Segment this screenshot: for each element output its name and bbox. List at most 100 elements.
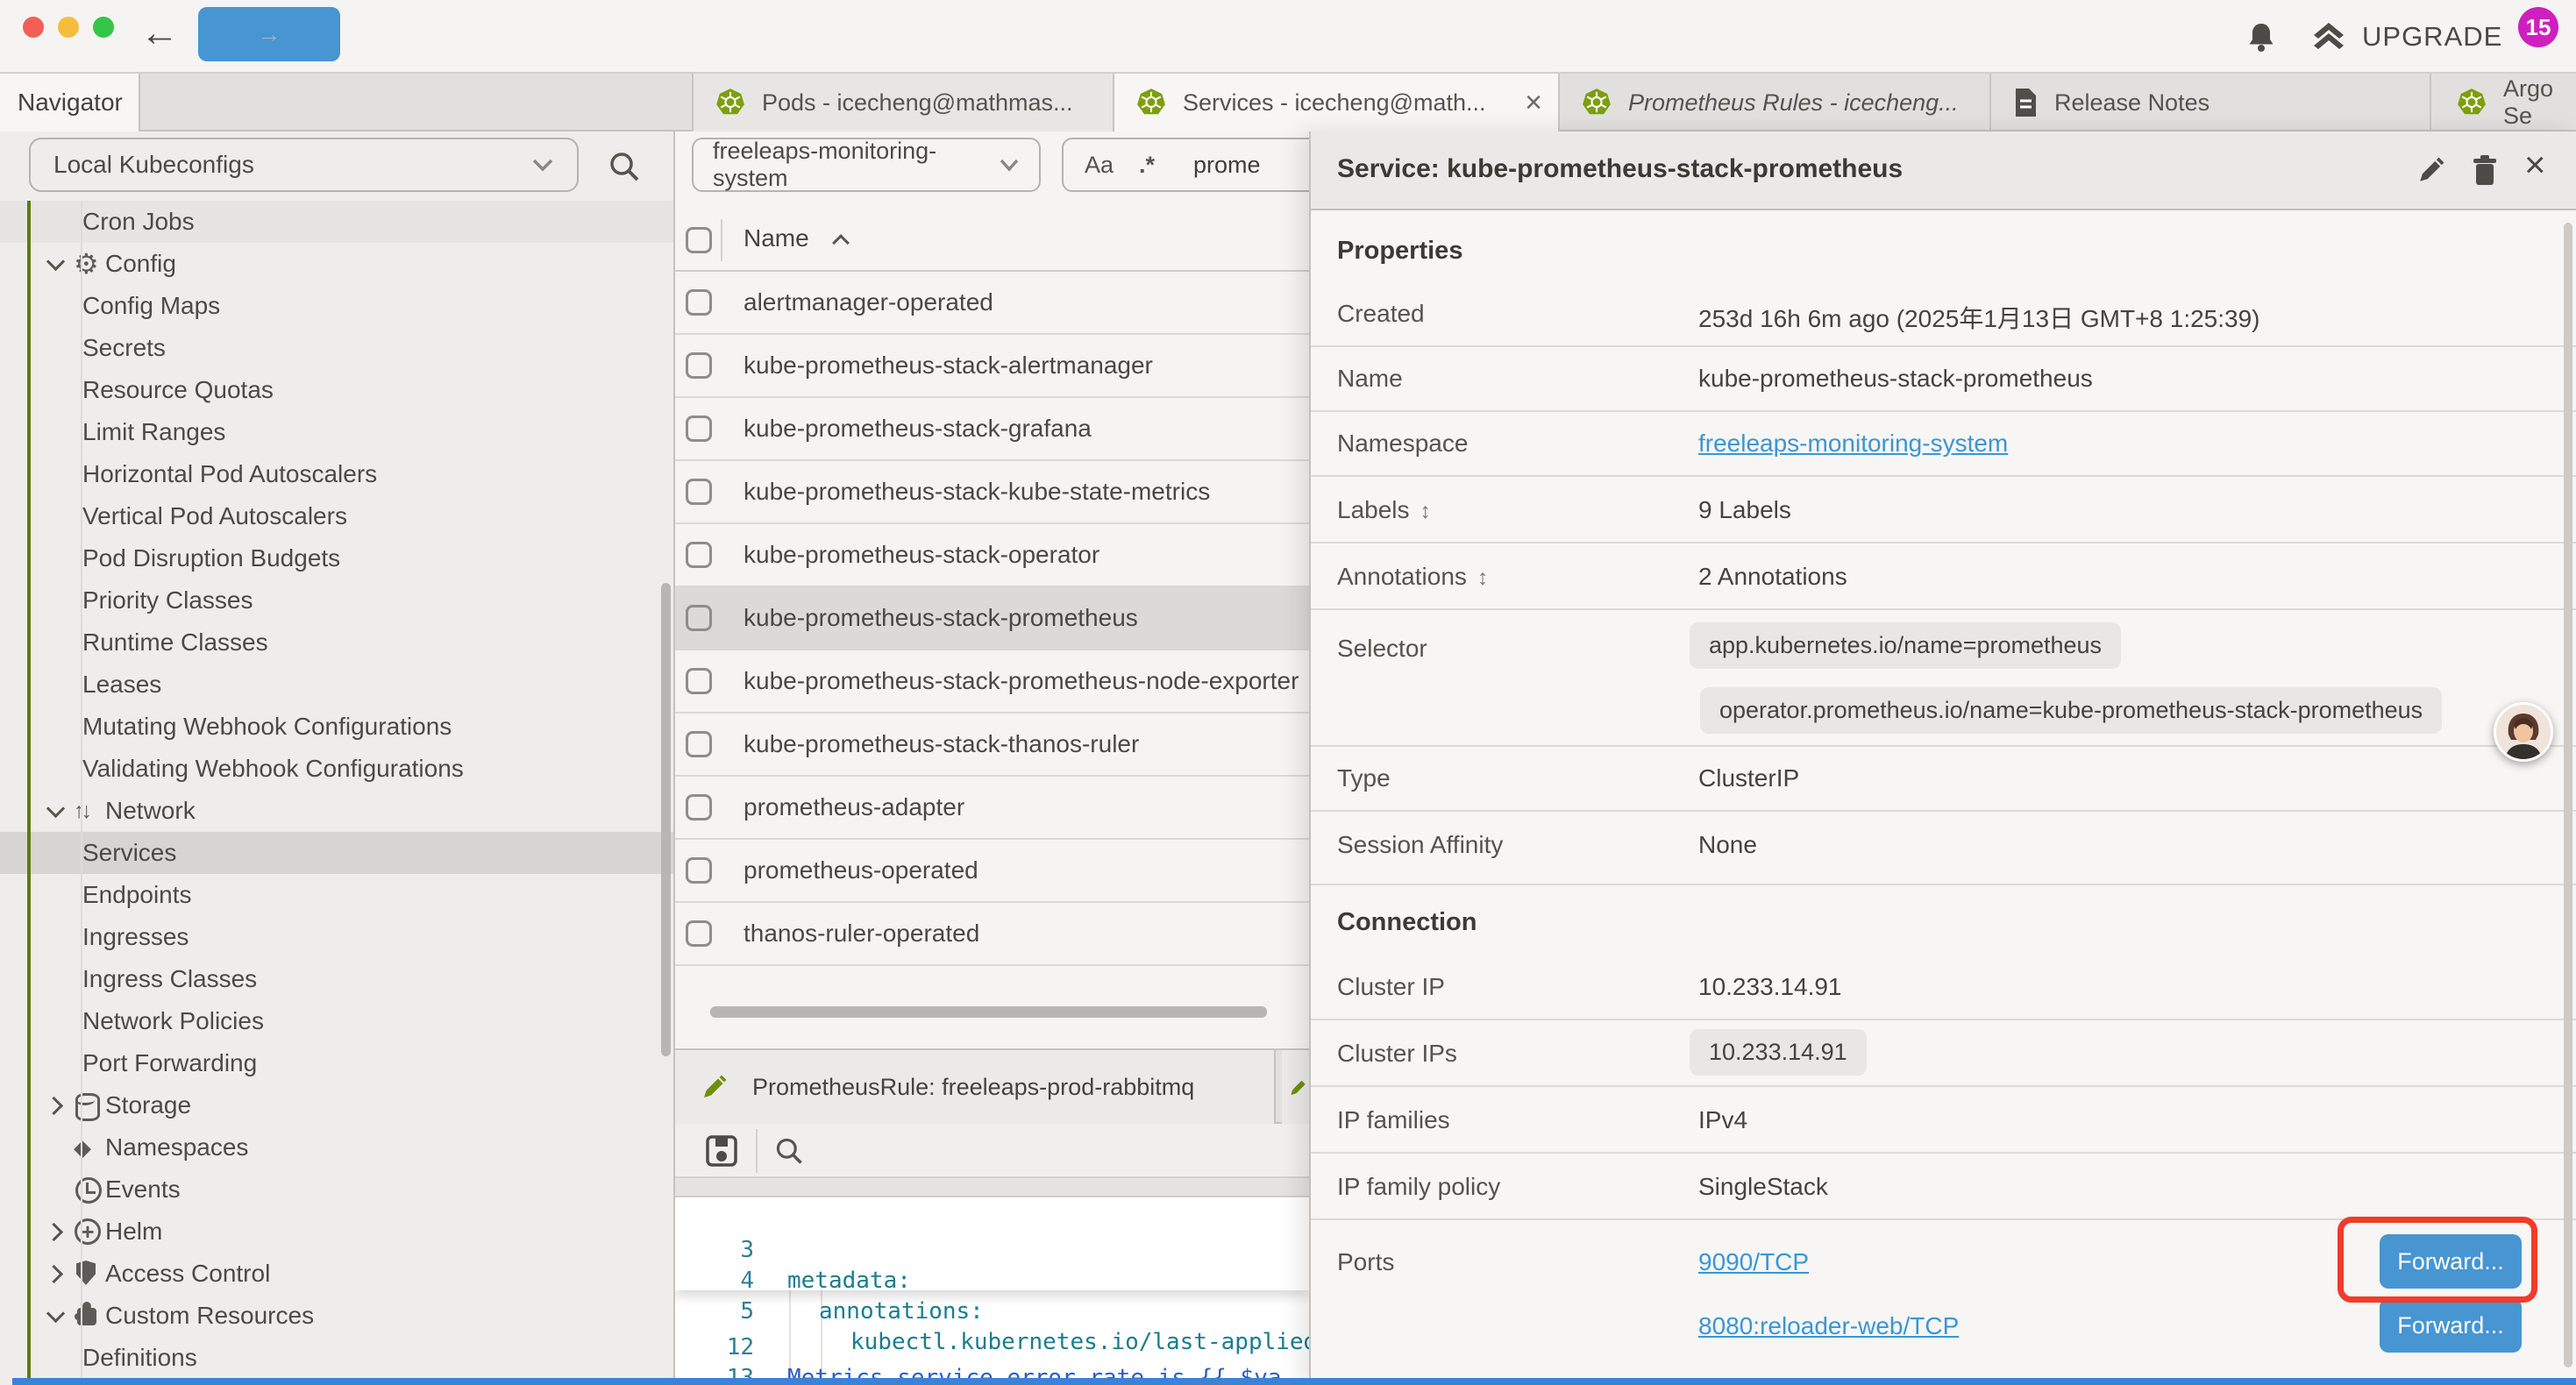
tree-chevron-icon[interactable] [44, 1176, 74, 1203]
close-tab-icon[interactable]: × [1525, 86, 1542, 120]
save-icon[interactable] [705, 1134, 738, 1168]
tree-chevron-icon[interactable] [44, 503, 74, 529]
close-window-button[interactable] [23, 17, 44, 38]
tree-chevron-icon[interactable] [44, 335, 74, 361]
forward-button[interactable]: → [198, 7, 340, 61]
select-all-checkbox[interactable] [686, 227, 712, 253]
table-row[interactable]: prometheus-operated [675, 840, 1309, 903]
sidebar-tree-item[interactable]: Definitions [0, 1337, 675, 1379]
tree-chevron-icon[interactable] [44, 1008, 74, 1034]
row-checkbox[interactable] [686, 289, 712, 316]
kubeconfig-select[interactable]: Local Kubeconfigs [29, 138, 579, 192]
sidebar-tree-item[interactable]: Mutating Webhook Configurations [0, 706, 675, 748]
sidebar-tree-item[interactable]: Vertical Pod Autoscalers [0, 495, 675, 537]
table-row[interactable]: alertmanager-operated [675, 272, 1309, 335]
sidebar-tree-item[interactable]: Helm [0, 1211, 675, 1253]
table-row[interactable]: kube-prometheus-stack-thanos-ruler [675, 714, 1309, 777]
upgrade-button[interactable]: UPGRADE [2362, 21, 2502, 53]
row-checkbox[interactable] [686, 352, 712, 379]
sidebar-tree-item[interactable]: Access Control [0, 1253, 675, 1295]
editor-search-icon[interactable] [773, 1135, 805, 1167]
tree-chevron-icon[interactable] [44, 293, 74, 319]
row-checkbox[interactable] [686, 794, 712, 820]
table-row[interactable]: kube-prometheus-stack-prometheus [675, 587, 1309, 650]
sidebar-tree-item[interactable]: Network [0, 790, 675, 832]
table-row[interactable]: kube-prometheus-stack-kube-state-metrics [675, 461, 1309, 524]
table-row[interactable]: kube-prometheus-stack-prometheus-node-ex… [675, 650, 1309, 714]
forward-port-button-8080[interactable]: Forward... [2380, 1298, 2522, 1353]
sidebar-tree-item[interactable]: Port Forwarding [0, 1042, 675, 1084]
match-case-icon[interactable]: Aa [1085, 152, 1114, 179]
minimize-window-button[interactable] [58, 17, 79, 38]
expand-collapse-icon[interactable]: ↕ [1420, 499, 1432, 523]
tree-chevron-icon[interactable] [44, 1218, 74, 1245]
sidebar-tree-item[interactable]: Cron Jobs [0, 201, 675, 243]
tree-chevron-icon[interactable] [44, 840, 74, 866]
tree-chevron-icon[interactable] [44, 671, 74, 698]
tree-chevron-icon[interactable] [44, 1092, 74, 1119]
tree-chevron-icon[interactable] [44, 798, 74, 824]
namespace-link[interactable]: freeleaps-monitoring-system [1698, 430, 2008, 458]
sidebar-tree-item[interactable]: Pod Disruption Budgets [0, 537, 675, 579]
sidebar-search-icon[interactable] [607, 149, 642, 184]
port-link-8080[interactable]: 8080:reloader-web/TCP [1698, 1312, 1959, 1340]
tree-chevron-icon[interactable] [44, 1345, 74, 1371]
tree-chevron-icon[interactable] [44, 545, 74, 572]
tree-chevron-icon[interactable] [44, 1050, 74, 1076]
sidebar-scrollbar-thumb[interactable] [661, 583, 671, 1056]
tree-chevron-icon[interactable] [44, 251, 74, 277]
expand-collapse-icon[interactable]: ↕ [1477, 565, 1489, 590]
edit-pencil-icon[interactable] [2417, 156, 2445, 184]
sidebar-tree-item[interactable]: Limit Ranges [0, 411, 675, 453]
sidebar-tree-item[interactable]: Ingress Classes [0, 958, 675, 1000]
table-row[interactable]: kube-prometheus-stack-grafana [675, 398, 1309, 461]
table-row[interactable]: kube-prometheus-stack-alertmanager [675, 335, 1309, 398]
sidebar-tree-item[interactable]: Namespaces [0, 1126, 675, 1168]
sidebar-tree-item[interactable]: Events [0, 1168, 675, 1211]
delete-trash-icon[interactable] [2472, 155, 2498, 187]
zoom-window-button[interactable] [93, 17, 114, 38]
sidebar-tree-item[interactable]: Validating Webhook Configurations [0, 748, 675, 790]
sidebar-tree-item[interactable]: Storage [0, 1084, 675, 1126]
sidebar-tree-item[interactable]: Runtime Classes [0, 621, 675, 664]
sidebar-tree-item[interactable]: Custom Resources [0, 1295, 675, 1337]
sidebar-tree-item[interactable]: Config Maps [0, 285, 675, 327]
row-checkbox[interactable] [686, 542, 712, 568]
tree-chevron-icon[interactable] [44, 1303, 74, 1329]
row-checkbox[interactable] [686, 416, 712, 442]
sort-ascending-icon[interactable] [832, 234, 850, 252]
row-checkbox[interactable] [686, 920, 712, 947]
tree-chevron-icon[interactable] [44, 377, 74, 403]
tree-chevron-icon[interactable] [44, 209, 74, 235]
table-horizontal-scrollbar-thumb[interactable] [710, 1006, 1267, 1018]
row-checkbox[interactable] [686, 605, 712, 631]
row-checkbox[interactable] [686, 668, 712, 694]
navigator-tab[interactable]: Navigator [0, 74, 140, 131]
port-link-9090[interactable]: 9090/TCP [1698, 1248, 1809, 1276]
resource-search-input[interactable]: Aa .* prome [1062, 138, 1309, 192]
tab-argo[interactable]: Argo Se [2435, 74, 2576, 131]
tree-chevron-icon[interactable] [44, 461, 74, 487]
sidebar-tree-item[interactable]: Config [0, 243, 675, 285]
tab-release-notes[interactable]: Release Notes [1991, 74, 2431, 131]
details-scrollbar-thumb[interactable] [2564, 223, 2572, 1367]
notifications-bell-icon[interactable] [2246, 21, 2276, 53]
tab-prometheus-rules[interactable]: Prometheus Rules - icecheng... [1560, 74, 1991, 131]
table-row[interactable]: prometheus-adapter [675, 777, 1309, 840]
table-row[interactable]: kube-prometheus-stack-operator [675, 524, 1309, 587]
back-button[interactable]: ← [140, 7, 179, 60]
tab-pods[interactable]: Pods - icecheng@mathmas... [692, 74, 1114, 131]
sidebar-tree-item[interactable]: Services [0, 832, 675, 874]
avatar[interactable] [2494, 702, 2553, 762]
tree-chevron-icon[interactable] [44, 966, 74, 992]
tree-chevron-icon[interactable] [44, 587, 74, 614]
yaml-editor[interactable]: 11 0","for":"1m","labels":{"service":" 1… [675, 1197, 1309, 1385]
tree-chevron-icon[interactable] [44, 629, 74, 656]
tree-chevron-icon[interactable] [44, 1134, 74, 1161]
tree-chevron-icon[interactable] [44, 882, 74, 908]
tree-chevron-icon[interactable] [44, 419, 74, 445]
regex-icon[interactable]: .* [1139, 152, 1155, 179]
row-checkbox[interactable] [686, 479, 712, 505]
sidebar-tree-item[interactable]: Leases [0, 664, 675, 706]
tree-chevron-icon[interactable] [44, 756, 74, 782]
